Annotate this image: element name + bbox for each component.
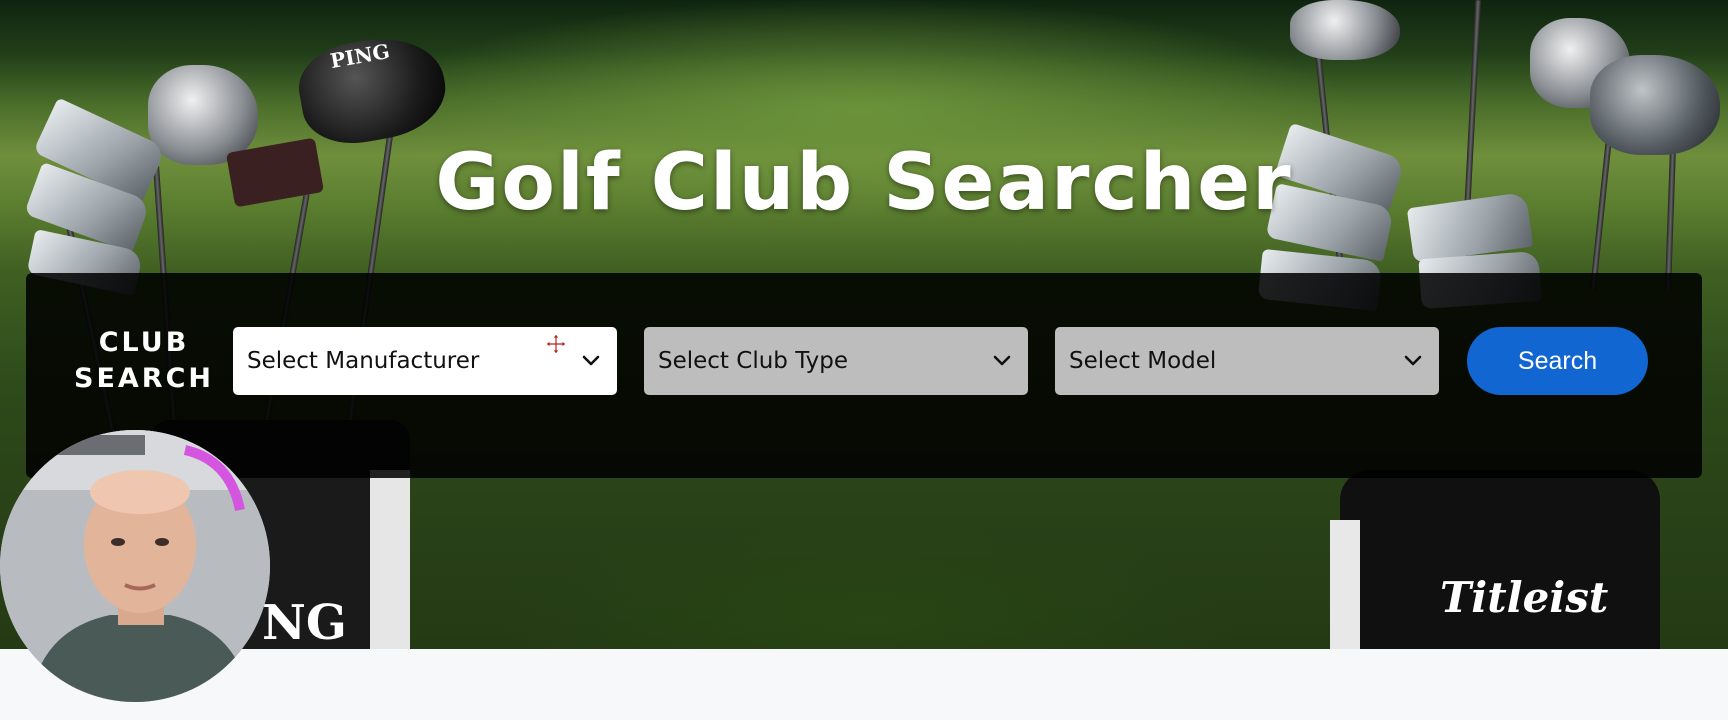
manufacturer-select-value: Select Manufacturer (247, 348, 480, 374)
model-select[interactable]: Select Model (1055, 327, 1439, 395)
ping-bag-logo: NG (262, 595, 347, 649)
chevron-down-icon (582, 355, 600, 366)
titleist-logo: Titleist (1440, 573, 1609, 622)
club-type-select-value: Select Club Type (658, 348, 849, 374)
webcam-overlay (0, 430, 270, 702)
move-cursor-icon (545, 333, 567, 355)
search-button[interactable]: Search (1467, 327, 1648, 395)
chevron-down-icon (1404, 355, 1422, 366)
manufacturer-select[interactable]: Select Manufacturer (233, 327, 617, 395)
model-select-value: Select Model (1069, 348, 1217, 374)
chevron-down-icon (993, 355, 1011, 366)
club-type-select[interactable]: Select Club Type (644, 327, 1028, 395)
page-title: Golf Club Searcher (435, 138, 1293, 228)
club-search-label: CLUB SEARCH (74, 327, 214, 394)
club-search-panel: CLUB SEARCH Select Manufacturer Select C… (26, 273, 1702, 478)
presenter-avatar (0, 430, 270, 702)
